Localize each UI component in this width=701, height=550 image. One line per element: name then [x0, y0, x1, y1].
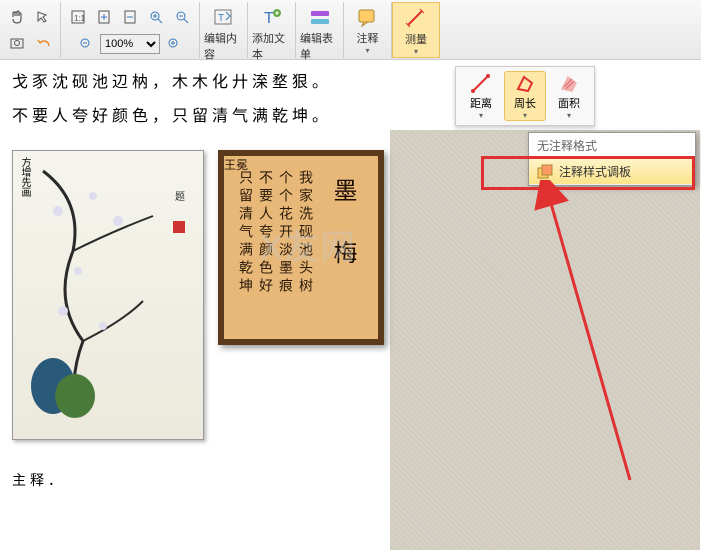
area-icon — [558, 73, 580, 95]
svg-text:T: T — [218, 13, 224, 24]
edit-content-button[interactable]: T 编辑内容 ▾ — [200, 2, 248, 58]
undo-icon[interactable] — [31, 31, 55, 55]
zoom-out-step-icon[interactable] — [77, 35, 95, 53]
zoom-out-icon[interactable] — [170, 5, 194, 29]
measure-label: 测量 — [405, 31, 427, 47]
add-text-icon: T — [259, 6, 285, 30]
svg-text:T: T — [264, 10, 274, 27]
annotation-style-panel-item[interactable]: 注释样式调板 — [529, 159, 695, 185]
main-toolbar: 1:1 100% T 编辑内容 ▾ T 添加文本 编辑表单 ▾ 注释 ▾ 测量 … — [0, 0, 701, 60]
add-text-button[interactable]: T 添加文本 — [248, 2, 296, 58]
distance-label: 距离 — [470, 95, 492, 111]
zoom-select[interactable]: 100% — [100, 34, 160, 54]
svg-text:1:1: 1:1 — [74, 14, 86, 23]
area-button[interactable]: 面积▾ — [548, 71, 590, 121]
annotation-style-menu: 无注释格式 注释样式调板 — [528, 132, 696, 186]
palette-icon — [537, 164, 553, 180]
annotation-label: 注释 — [357, 30, 379, 46]
artist-signature: 方增先画 — [17, 157, 32, 197]
poem-column-3: 不要人夸颜色好 — [256, 170, 276, 296]
poem-column-1: 我家洗砚池头树 — [296, 170, 316, 296]
footer-text: 主释． — [12, 470, 66, 490]
edit-form-icon — [307, 6, 333, 30]
edit-form-label: 编辑表单 — [300, 30, 339, 62]
snapshot-tool-icon[interactable] — [5, 31, 29, 55]
chevron-down-icon: ▾ — [414, 47, 418, 56]
cursor-group — [0, 2, 61, 58]
annotation-icon — [355, 6, 381, 30]
actual-size-icon[interactable]: 1:1 — [66, 5, 90, 29]
chevron-down-icon: ▾ — [365, 46, 369, 55]
perimeter-label: 周长 — [514, 95, 536, 111]
select-tool-icon[interactable] — [31, 5, 55, 29]
add-text-label: 添加文本 — [252, 30, 291, 62]
perimeter-button[interactable]: 周长▾ — [504, 71, 546, 121]
plum-blossom-art: 题 — [23, 161, 193, 421]
edit-form-button[interactable]: 编辑表单 ▾ — [296, 2, 344, 58]
zoom-in-icon[interactable] — [144, 5, 168, 29]
measure-button[interactable]: 测量 ▾ — [392, 2, 440, 58]
measure-dropdown: 距离▾ 周长▾ 面积▾ — [455, 66, 595, 126]
edit-content-label: 编辑内容 — [204, 30, 243, 62]
poem-column-4: 只留清气满乾坤 — [236, 170, 256, 296]
poem-line-2: 不要人夸好颜色，只留清气满乾坤。 — [12, 102, 332, 126]
painting-image: 题 方增先画 — [12, 150, 204, 440]
poem-title: 墨 梅 — [325, 178, 360, 280]
poem-line-1: 戈豕沈砚池辺枘，木木化廾㳿堥狠。 — [12, 68, 332, 92]
annotation-button[interactable]: 注释 ▾ — [344, 2, 392, 58]
document-area: 距离▾ 周长▾ 面积▾ 无注释格式 注释样式调板 戈豕沈砚池辺枘，木木化廾㳿堥狠… — [0, 60, 701, 500]
poem-card: 墨 梅 我家洗砚池头树 个个花开淡墨痕 不要人夸颜色好 只留清气满乾坤 王冕 — [218, 150, 384, 345]
distance-icon — [470, 73, 492, 95]
fit-page-icon[interactable] — [92, 5, 116, 29]
area-label: 面积 — [558, 95, 580, 111]
texture-background — [390, 130, 700, 550]
svg-text:题: 题 — [173, 191, 185, 201]
poem-column-2: 个个花开淡墨痕 — [276, 170, 296, 296]
fit-width-icon[interactable] — [118, 5, 142, 29]
distance-button[interactable]: 距离▾ — [460, 71, 502, 121]
no-annotation-style-item[interactable]: 无注释格式 — [529, 133, 695, 159]
edit-content-icon: T — [211, 6, 237, 30]
zoom-in-step-icon[interactable] — [165, 35, 183, 53]
zoom-group: 1:1 100% — [61, 2, 200, 58]
measure-icon — [403, 7, 429, 31]
perimeter-icon — [514, 73, 536, 95]
annotation-style-panel-label: 注释样式调板 — [559, 163, 631, 180]
hand-tool-icon[interactable] — [5, 5, 29, 29]
